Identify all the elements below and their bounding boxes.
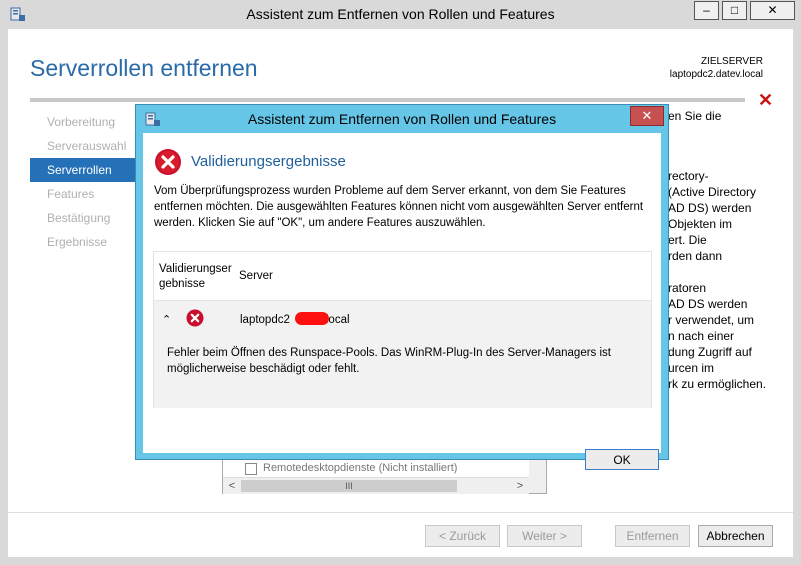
cancel-button[interactable]: Abbrechen [698,525,773,547]
horizontal-scrollbar[interactable]: < III > [223,477,529,494]
description-line: Objekten im [668,217,733,231]
redaction-mark [295,312,329,325]
description-line [668,156,798,168]
scroll-thumb[interactable]: III [241,480,457,492]
error-icon [155,149,181,175]
description-line: urcen im [668,361,715,375]
role-checkbox[interactable] [245,463,257,475]
window-title: Assistent zum Entfernen von Rollen und F… [246,6,555,22]
maximize-button[interactable]: □ [722,1,747,20]
column-header-server: Server [239,270,273,282]
scroll-right-icon[interactable]: > [513,479,527,493]
nav-item-serverrollen[interactable]: Serverrollen [30,158,140,182]
target-server: ZIELSERVER laptopdc2.datev.local [670,55,763,81]
dialog-message: Vom Überprüfungsprozess wurden Probleme … [154,185,644,229]
dialog-title: Assistent zum Entfernen von Rollen und F… [247,111,557,127]
list-item[interactable]: Remotedesktopdienste (Nicht installiert) [263,462,457,474]
scroll-left-icon[interactable]: < [225,479,239,493]
description-line: rk zu ermöglichen. [668,377,767,391]
nav-item-features[interactable]: Features [30,182,140,206]
description-line: ert. Die [668,233,707,247]
validation-results-table: Validierungser gebnisse Server ⌃ laptopd… [153,251,652,408]
minimize-button[interactable]: – [694,1,719,20]
header-divider [30,98,745,102]
nav-item-serverauswahl[interactable]: Serverauswahl [30,134,140,158]
column-header-results: Validierungser gebnisse [159,263,232,290]
nav-item-vorbereitung[interactable]: Vorbereitung [30,110,140,134]
nav-item-bestaetigung[interactable]: Bestätigung [30,206,140,230]
vertical-scrollbar[interactable] [529,459,546,493]
validation-dialog: Assistent zum Entfernen von Rollen und F… [135,104,669,470]
description-line: (Active Directory [668,185,757,199]
error-detail: Fehler beim Öffnen des Runspace-Pools. D… [167,347,611,375]
dialog-heading: Validierungsergebnisse [191,153,346,170]
target-server-name: laptopdc2.datev.local [669,69,763,80]
dialog-close-button[interactable]: ✕ [630,106,664,126]
description-line: dung Zugriff auf [668,345,752,359]
dialog-body: Validierungsergebnisse Vom Überprüfungsp… [143,133,661,470]
description-line: en Sie die [668,109,722,123]
back-button[interactable]: < Zurück [425,525,500,547]
title-bar: Assistent zum Entfernen von Rollen und F… [0,0,801,29]
description-line [668,140,798,156]
server-name-prefix: laptopdc2 [240,314,290,326]
description-line [668,264,798,280]
table-row[interactable]: ⌃ laptopdc2 local Fehler beim Öffnen des … [154,301,651,408]
role-description: en Sie die rectory- (Active Directory AD… [668,108,798,392]
window-frame-bottom [0,557,801,565]
target-server-label: ZIELSERVER [700,56,763,67]
window-frame-left [0,29,8,565]
nav-item-ergebnisse[interactable]: Ergebnisse [30,230,140,254]
remove-button[interactable]: Entfernen [615,525,690,547]
ok-button[interactable]: OK [585,449,659,470]
page-title: Serverrollen entfernen [30,55,258,81]
footer-divider [8,512,793,513]
server-name-suffix: local [325,314,350,326]
description-line: n nach einer [668,329,735,343]
description-line: r verwendet, um [668,313,755,327]
roles-list[interactable]: Remotedesktopdienste (Nicht installiert)… [222,458,547,494]
next-button[interactable]: Weiter > [507,525,582,547]
description-line: ratoren [668,281,707,295]
description-line: rectory- [668,169,709,183]
chevron-up-icon[interactable]: ⌃ [162,313,171,326]
description-line [668,124,798,140]
description-line: AD DS) werden [668,201,752,215]
scroll-thumb-grip: III [345,481,353,491]
description-line: AD DS werden [668,297,748,311]
wizard-nav: Vorbereitung Serverauswahl Serverrollen … [30,110,140,254]
error-icon [186,309,204,327]
description-line: rden dann [668,249,723,263]
close-button[interactable]: ✕ [750,1,795,20]
